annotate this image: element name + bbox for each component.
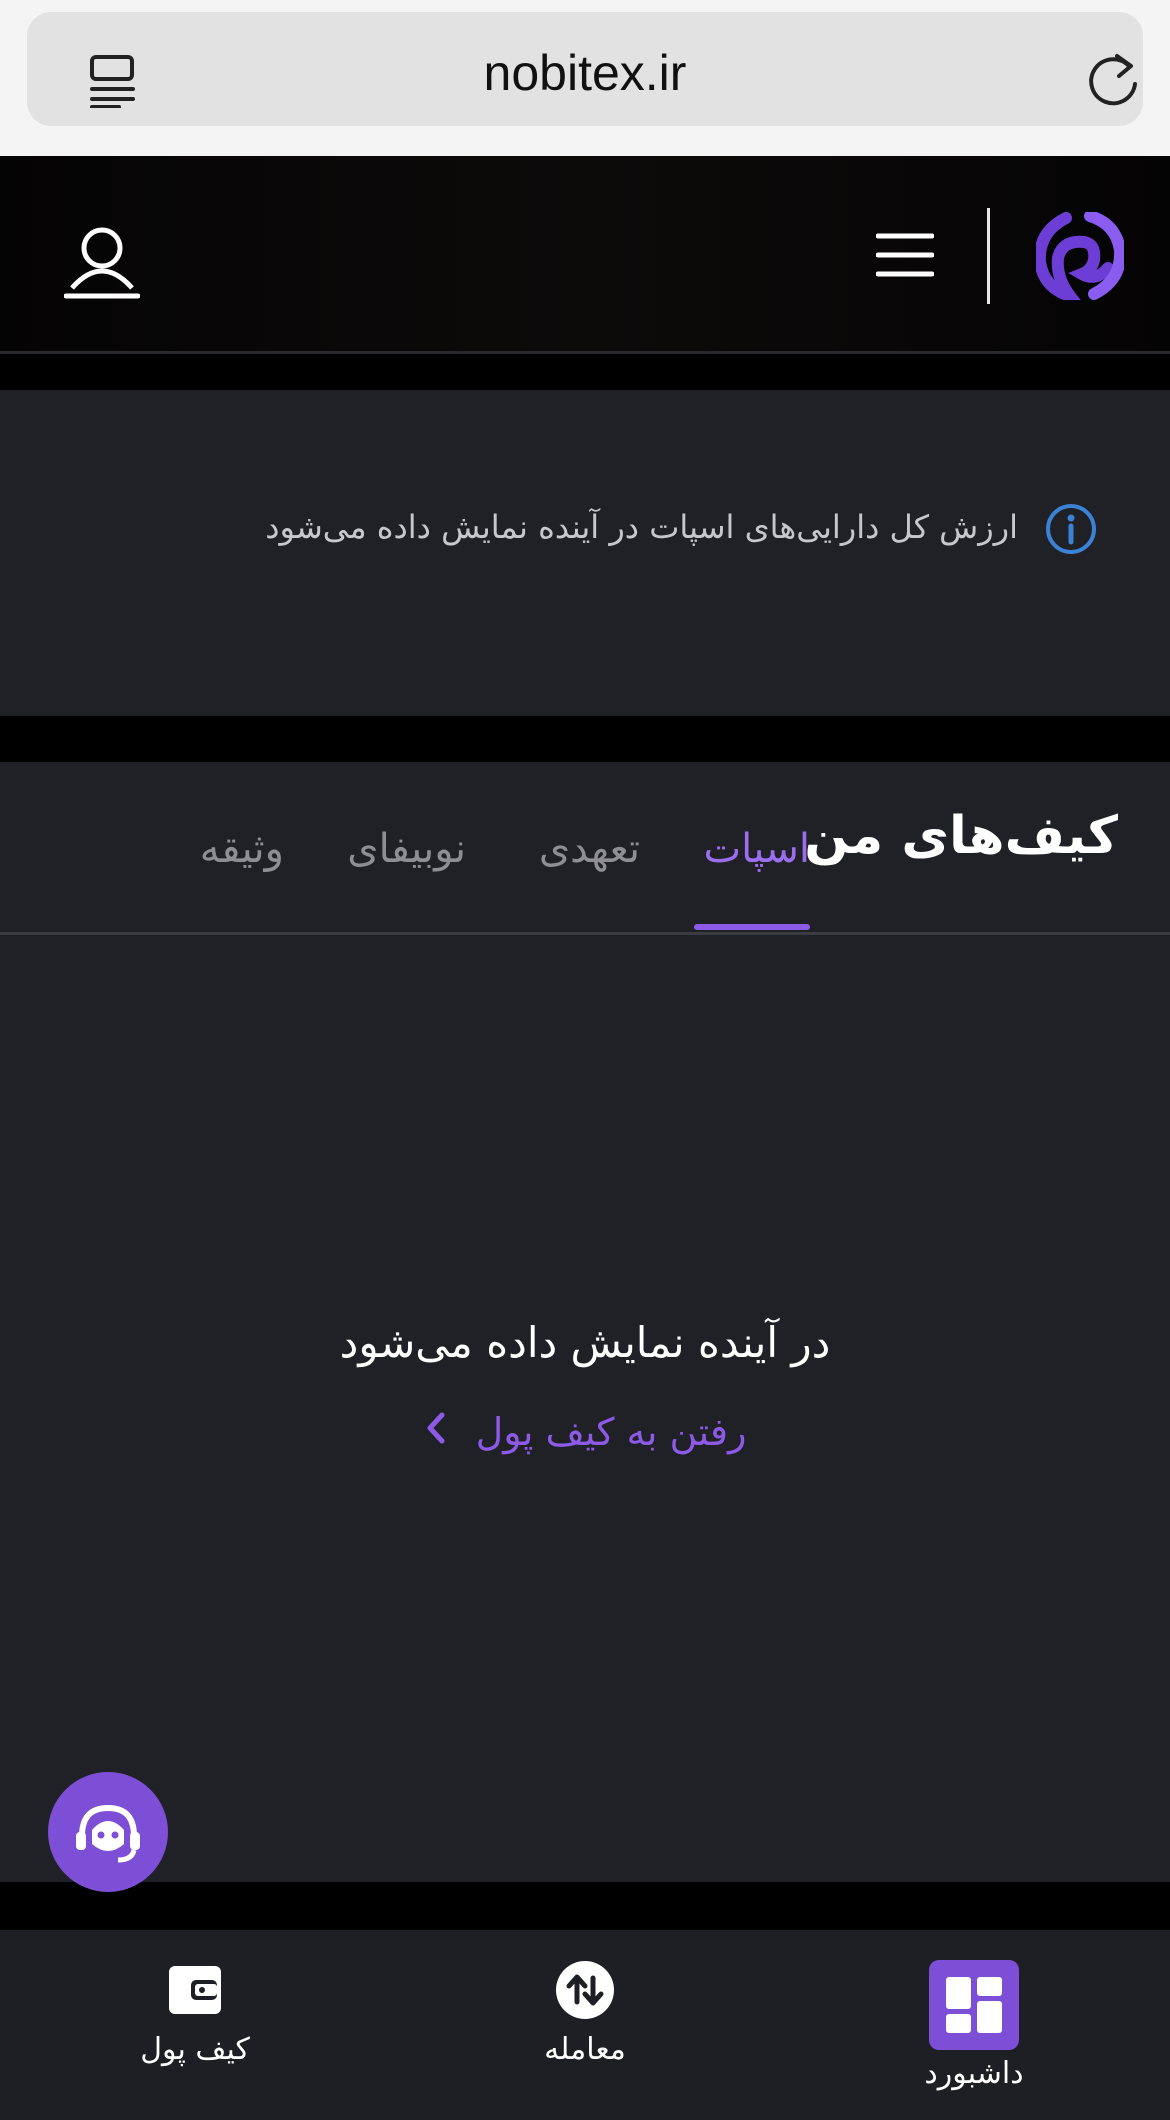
nav-wallet-label: کیف پول — [140, 2032, 250, 2067]
support-headset-icon — [76, 1804, 140, 1863]
info-card: ارزش کل دارایی‌های اسپات در آینده نمایش … — [0, 390, 1170, 716]
header-divider — [987, 208, 990, 304]
url-bar[interactable]: nobitex.ir — [27, 12, 1143, 126]
tab-collateral[interactable]: وثیقه — [200, 826, 284, 872]
dashboard-icon — [929, 1960, 1019, 2050]
info-icon — [1046, 504, 1096, 554]
browser-bar: nobitex.ir — [0, 0, 1170, 156]
nav-dashboard[interactable]: داشبورد — [874, 1960, 1074, 2091]
tabs-divider — [0, 932, 1170, 935]
user-icon[interactable] — [64, 224, 140, 300]
hamburger-menu-icon[interactable] — [876, 232, 934, 278]
section-title: کیف‌های من — [804, 806, 1118, 866]
empty-state-message: در آینده نمایش داده می‌شود — [339, 1318, 831, 1367]
chevron-left-icon — [424, 1410, 446, 1454]
nav-trade-label: معامله — [544, 2032, 626, 2067]
reload-icon[interactable] — [1089, 52, 1141, 108]
tab-margin[interactable]: تعهدی — [539, 826, 640, 872]
support-button[interactable] — [48, 1772, 168, 1892]
info-text: ارزش کل دارایی‌های اسپات در آینده نمایش … — [265, 508, 1018, 546]
nobitex-logo-icon[interactable] — [1036, 212, 1124, 300]
url-text[interactable]: nobitex.ir — [27, 48, 1143, 98]
nav-trade[interactable]: معامله — [485, 1960, 685, 2067]
go-to-wallet-label[interactable]: رفتن به کیف پول — [476, 1410, 747, 1454]
wallet-icon — [169, 1966, 221, 2014]
nav-wallet[interactable]: کیف پول — [95, 1960, 295, 2067]
tab-spot[interactable]: اسپات — [703, 826, 810, 872]
nav-dashboard-label: داشبورد — [924, 2056, 1024, 2091]
bottom-nav: کیف پول معامله داشبورد — [0, 1930, 1170, 2120]
active-tab-indicator — [694, 924, 810, 930]
app-header — [0, 156, 1170, 354]
trade-arrows-icon — [556, 1961, 614, 2019]
tab-nobifi[interactable]: نوبیفای — [347, 826, 466, 872]
go-to-wallet-link[interactable]: رفتن به کیف پول — [0, 1410, 1170, 1454]
my-wallets-section: کیف‌های من اسپات تعهدی نوبیفای وثیقه در … — [0, 762, 1170, 1882]
